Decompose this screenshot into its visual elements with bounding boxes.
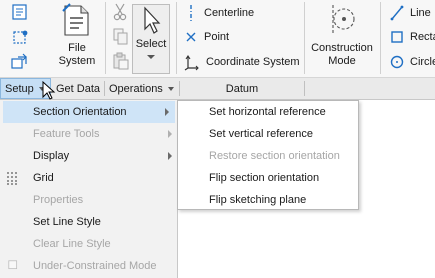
submenu-item-restore-section-orientation[interactable]: Restore section orientation	[178, 145, 358, 167]
coordinate-system-icon	[184, 55, 199, 71]
menu-item-clear-line-style[interactable]: Clear Line Style	[0, 233, 178, 255]
group-bar-separator	[304, 81, 305, 96]
sketch-view-icon[interactable]	[10, 53, 30, 71]
menu-item-label: Feature Tools	[33, 128, 100, 140]
point-label: Point	[204, 31, 230, 43]
menu-item-under-constrained-mode[interactable]: Under-Constrained Mode	[0, 255, 178, 277]
file-system-label-1: File	[68, 42, 86, 54]
submenu-item-label: Flip section orientation	[209, 172, 320, 184]
submenu-item-label: Set vertical reference	[209, 128, 313, 140]
submenu-item-label: Set horizontal reference	[209, 106, 326, 118]
menu-item-label: Display	[33, 150, 70, 162]
select-label: Select	[135, 38, 167, 50]
datum-group-label: Datum	[180, 78, 304, 99]
construction-mode-label-2: Mode	[328, 55, 356, 67]
group-bar: Setup Get Data Operations Datum	[0, 78, 435, 100]
get-data-tab-label: Get Data	[56, 82, 101, 95]
menu-item-display[interactable]: Display	[0, 145, 178, 167]
circle-label: Circle	[410, 56, 435, 68]
construction-mode-button[interactable]: Construction Mode	[309, 2, 375, 68]
menu-item-label: Properties	[33, 194, 84, 206]
mouse-cursor-icon	[42, 80, 56, 101]
menu-item-properties[interactable]: Properties	[0, 189, 178, 211]
sketch-setup-icon[interactable]	[10, 4, 30, 22]
construction-mode-icon	[332, 5, 355, 34]
circle-icon	[390, 55, 404, 69]
select-pointer-icon	[144, 6, 161, 34]
line-icon	[390, 5, 404, 21]
centerline-icon	[190, 5, 192, 21]
datum-group-text: Datum	[225, 82, 259, 95]
ribbon-separator	[176, 2, 177, 74]
operations-tab-label: Operations	[109, 82, 163, 95]
cut-icon[interactable]	[113, 3, 127, 21]
submenu-item-label: Restore section orientation	[209, 150, 340, 162]
menu-item-set-line-style[interactable]: Set Line Style	[0, 211, 178, 233]
submenu-arrow-icon	[165, 108, 169, 116]
setup-menu: Section Orientation Feature Tools Displa…	[0, 100, 178, 278]
menu-item-section-orientation[interactable]: Section Orientation	[3, 101, 175, 123]
coordinate-system-button[interactable]: Coordinate System	[184, 51, 300, 73]
menu-item-label: Grid	[33, 172, 54, 184]
rectangle-button[interactable]: Recta	[390, 26, 435, 48]
copy-icon[interactable]	[113, 28, 129, 46]
menu-item-grid[interactable]: Grid	[0, 167, 178, 189]
point-icon	[186, 32, 196, 42]
ribbon-separator	[304, 2, 305, 74]
file-system-button[interactable]: File System	[52, 2, 102, 68]
submenu-item-label: Flip sketching plane	[209, 194, 307, 206]
submenu-item-flip-section-orientation[interactable]: Flip section orientation	[178, 167, 358, 189]
reference-icon[interactable]	[10, 29, 30, 47]
ribbon-separator	[380, 2, 381, 74]
construction-mode-label-1: Construction	[311, 42, 373, 54]
centerline-label: Centerline	[204, 7, 255, 19]
menu-item-label: Clear Line Style	[33, 238, 111, 250]
coordinate-system-label: Coordinate System	[206, 56, 300, 68]
line-button[interactable]: Line	[390, 2, 431, 24]
operations-tab[interactable]: Operations	[105, 78, 178, 99]
menu-item-label: Section Orientation	[33, 106, 127, 118]
get-data-tab[interactable]: Get Data	[52, 78, 104, 99]
circle-button[interactable]: Circle	[390, 51, 435, 73]
setup-tab-label: Setup	[5, 82, 34, 95]
grid-icon	[7, 172, 17, 185]
select-dropdown-icon[interactable]	[147, 55, 155, 59]
section-orientation-submenu: Set horizontal reference Set vertical re…	[177, 100, 359, 210]
submenu-item-set-vertical-reference[interactable]: Set vertical reference	[178, 123, 358, 145]
submenu-arrow-icon	[168, 152, 172, 160]
ribbon-separator	[105, 2, 106, 74]
submenu-item-flip-sketching-plane[interactable]: Flip sketching plane	[178, 189, 358, 211]
checkbox-icon	[8, 260, 18, 270]
operations-dropdown-icon	[167, 86, 174, 91]
line-label: Line	[410, 7, 431, 19]
submenu-item-set-horizontal-reference[interactable]: Set horizontal reference	[178, 101, 358, 123]
rectangle-label: Recta	[410, 31, 435, 43]
centerline-button[interactable]: Centerline	[184, 2, 254, 24]
file-system-icon	[62, 3, 89, 36]
rectangle-icon	[391, 31, 403, 43]
menu-item-label: Set Line Style	[33, 216, 101, 228]
submenu-arrow-icon	[168, 130, 172, 138]
select-button[interactable]: Select	[132, 4, 170, 74]
file-system-label-2: System	[58, 55, 96, 67]
menu-item-feature-tools[interactable]: Feature Tools	[0, 123, 178, 145]
point-button[interactable]: Point	[184, 26, 229, 48]
paste-icon[interactable]	[113, 52, 129, 70]
ribbon: File System Select Centerline Point Coor…	[0, 0, 435, 78]
menu-item-label: Under-Constrained Mode	[33, 260, 157, 272]
